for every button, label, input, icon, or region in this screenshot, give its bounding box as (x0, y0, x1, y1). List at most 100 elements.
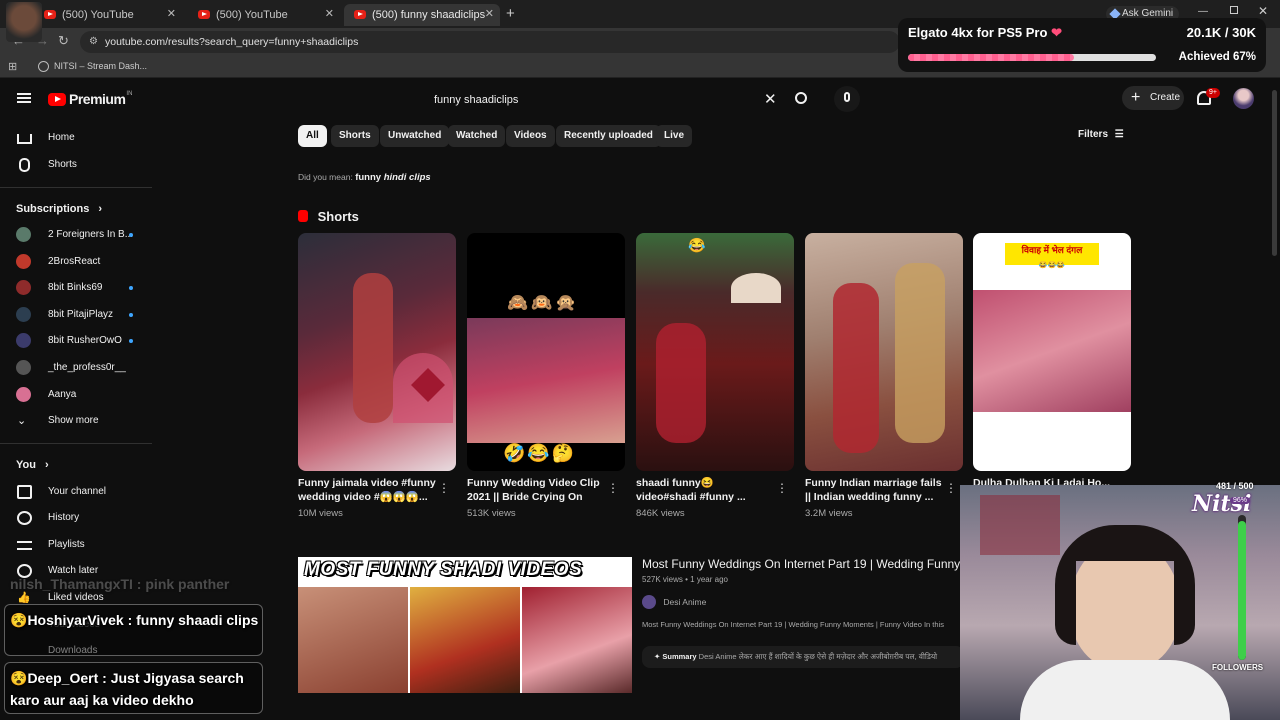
chip-videos[interactable]: Videos (506, 125, 555, 147)
site-info-icon[interactable]: ⚙ (89, 31, 98, 53)
stream-goal-widget: Elgato 4kx for PS5 Pro ❤ 20.1K / 30K Ach… (898, 18, 1266, 72)
sidebar-sub-2brosreact[interactable]: 2BrosReact (0, 249, 150, 275)
close-tab-icon[interactable]: ✕ (325, 7, 334, 20)
url-input[interactable]: ⚙ youtube.com/results?search_query=funny… (80, 31, 900, 53)
ai-summary[interactable]: ✦ Summary Desi Anime लेकर आए हैं शादियों… (642, 646, 964, 668)
short-banner: विवाह में भेल दंगल 😂😂😂 (1005, 243, 1099, 269)
chip-watched[interactable]: Watched (448, 125, 506, 147)
more-options-icon[interactable]: ⋮ (607, 481, 619, 495)
more-options-icon[interactable]: ⋮ (776, 481, 788, 495)
short-title[interactable]: Funny Indian marriage fails || Indian we… (805, 476, 945, 504)
voice-search-icon[interactable] (834, 86, 860, 112)
short-title[interactable]: Funny jaimala video #funny wedding video… (298, 476, 438, 504)
sliders-icon: ☰ (1114, 129, 1124, 140)
video-description: Most Funny Weddings On Internet Part 19 … (642, 620, 944, 629)
close-window-icon[interactable]: ✕ (1258, 4, 1268, 18)
youtube-logo-icon (48, 92, 66, 106)
short-views: 3.2M views (805, 508, 853, 519)
new-content-dot (129, 313, 133, 317)
short-views: 846K views (636, 508, 685, 519)
youtube-favicon-icon (198, 10, 210, 19)
create-button[interactable]: + Create (1122, 86, 1184, 110)
sidebar-sub-professor[interactable]: _the_profess0r__ (0, 355, 150, 381)
browser-tab-1[interactable]: (500) YouTube ✕ (34, 4, 182, 26)
short-thumbnail[interactable]: 🙈🙉🙊 🤣😂🤔 (467, 233, 625, 471)
chip-recently-uploaded[interactable]: Recently uploaded (556, 125, 661, 147)
apps-grid-icon[interactable]: ⊞ (8, 60, 17, 73)
video-title[interactable]: Most Funny Weddings On Internet Part 19 … (642, 557, 960, 571)
channel-avatar (16, 387, 31, 402)
chip-unwatched[interactable]: Unwatched (380, 125, 450, 147)
browser-tab-active[interactable]: (500) funny shaadiclips - YouTu ✕ (344, 4, 500, 26)
more-options-icon[interactable]: ⋮ (438, 481, 450, 495)
bookmark-nitsi[interactable]: NITSI – Stream Dash... (54, 61, 147, 71)
followers-count: 481 / 500 (1216, 481, 1254, 491)
close-tab-icon[interactable]: ✕ (485, 7, 494, 20)
short-thumbnail[interactable]: विवाह में भेल दंगल 😂😂😂 (973, 233, 1131, 471)
search-input[interactable]: funny shaadiclips ✕ (422, 86, 788, 114)
sidebar-item-your-channel[interactable]: Your channel (0, 479, 150, 505)
more-options-icon[interactable]: ⋮ (945, 481, 957, 495)
plus-icon: + (1131, 89, 1141, 106)
followers-progress-track (1238, 515, 1246, 660)
streamer-shirt (1020, 660, 1230, 720)
reload-icon[interactable]: ↻ (58, 33, 69, 49)
account-avatar[interactable] (1233, 88, 1254, 109)
sidebar-sub-8bitbinks[interactable]: 8bit Binks69 (0, 275, 150, 301)
notification-badge: 9+ (1206, 88, 1220, 98)
channel-avatar (16, 360, 31, 375)
new-content-dot (129, 233, 133, 237)
short-title[interactable]: shaadi funny😆 video#shadi #funny ... (636, 476, 776, 504)
search-button-icon[interactable] (795, 92, 807, 104)
chip-live[interactable]: Live (656, 125, 693, 147)
did-you-mean-prefix: Did you mean: (298, 172, 353, 182)
short-title[interactable]: Funny Wedding Video Clip 2021 || Bride C… (467, 476, 607, 504)
chip-shorts[interactable]: Shorts (331, 125, 379, 147)
streamer-profile-avatar (6, 2, 42, 42)
new-tab-button[interactable]: + (506, 5, 515, 22)
minimize-window-icon[interactable]: — (1198, 6, 1208, 17)
subscriptions-heading[interactable]: Subscriptions › (16, 203, 102, 215)
followers-label: FOLLOWERS (1212, 663, 1264, 672)
sidebar-item-shorts[interactable]: Shorts (0, 152, 150, 178)
video-channel[interactable]: Desi Anime (642, 595, 706, 609)
close-tab-icon[interactable]: ✕ (167, 7, 176, 20)
sidebar-item-home[interactable]: Home (0, 125, 150, 151)
streamer-logo: Nitsi (1192, 491, 1252, 517)
you-heading[interactable]: You › (16, 459, 49, 471)
youtube-premium-logo[interactable]: Premium IN (48, 91, 132, 107)
new-content-dot (129, 339, 133, 343)
browser-tab-2[interactable]: (500) YouTube ✕ (188, 4, 340, 26)
filters-button[interactable]: Filters ☰ (1078, 129, 1124, 140)
sidebar-item-history[interactable]: History (0, 505, 150, 531)
channel-avatar (16, 280, 31, 295)
video-thumbnail[interactable]: MOST FUNNY SHADI VIDEOS (298, 557, 632, 693)
new-content-dot (129, 286, 133, 290)
chat-message: 😵HoshiyarVivek : funny shaadi clips (10, 612, 259, 628)
short-thumbnail[interactable] (298, 233, 456, 471)
video-meta: 527K views • 1 year ago (642, 575, 728, 584)
sidebar-sub-8bitpitaji[interactable]: 8bit PitajiPlayz (0, 302, 150, 328)
sparkle-icon: ✦ (654, 652, 661, 661)
short-thumbnail[interactable]: 😂 (636, 233, 794, 471)
hamburger-menu-icon[interactable] (17, 93, 31, 103)
sidebar-sub-8bitrusher[interactable]: 8bit RusherOwO (0, 328, 150, 354)
sidebar-sub-2foreigners[interactable]: 2 Foreigners In B... (0, 222, 150, 248)
tab-label: (500) YouTube (62, 9, 134, 21)
chip-all[interactable]: All (298, 125, 327, 147)
restore-window-icon[interactable] (1230, 6, 1238, 14)
short-thumbnail[interactable] (805, 233, 963, 471)
sidebar-sub-aanya[interactable]: Aanya (0, 382, 150, 408)
sidebar-item-playlists[interactable]: Playlists (0, 532, 150, 558)
clear-search-icon[interactable]: ✕ (764, 86, 777, 114)
sidebar-divider (0, 443, 152, 444)
goal-count: 20.1K / 30K (1186, 25, 1256, 40)
streamer-webcam: Nitsi 96% FOLLOWERS (960, 485, 1280, 720)
sidebar-show-more[interactable]: ⌄ Show more (0, 408, 150, 434)
bookmark-globe-icon (38, 61, 49, 72)
page-scrollbar[interactable] (1272, 90, 1277, 256)
logo-region: IN (126, 91, 133, 97)
did-you-mean-link[interactable]: funny hindi clips (355, 172, 430, 183)
sidebar-item-label: Shorts (48, 159, 77, 170)
sidebar-item-label: Home (48, 132, 75, 143)
